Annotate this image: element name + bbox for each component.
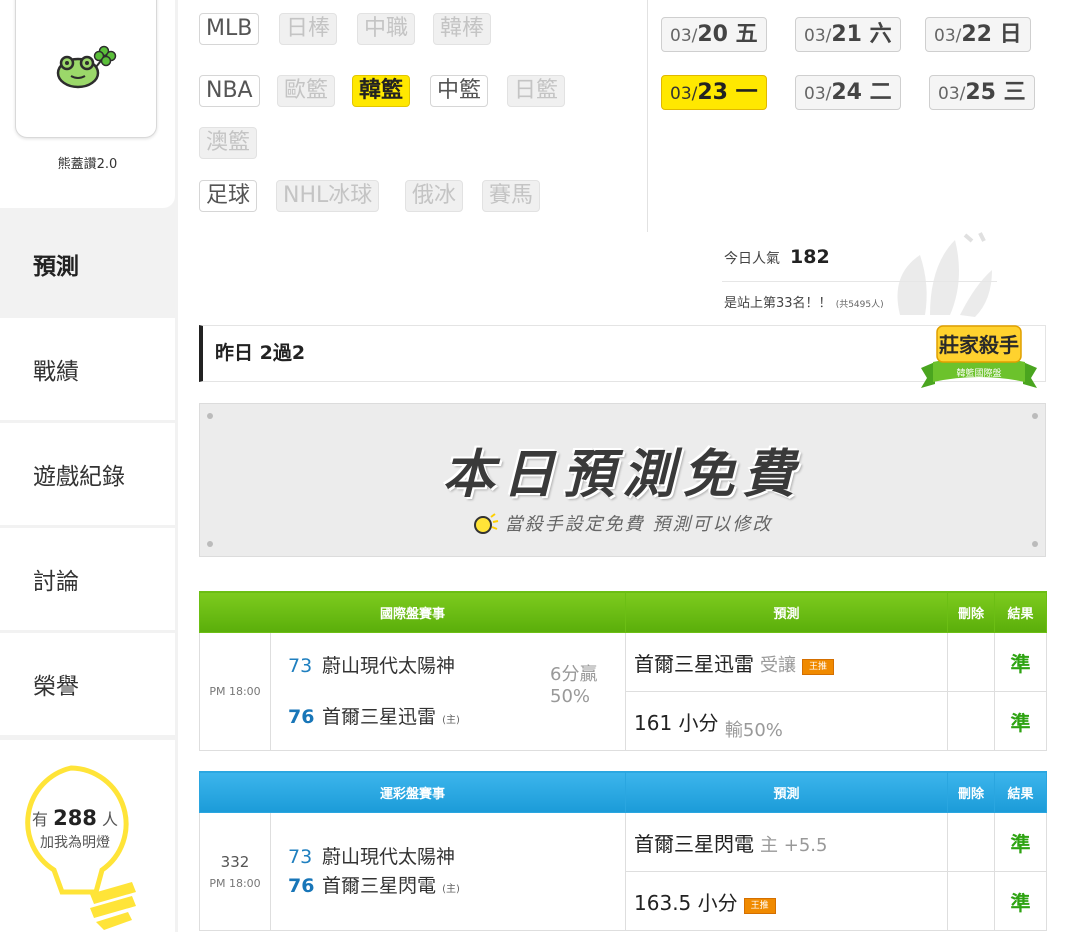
nav-honors[interactable]: 榮譽 xyxy=(0,633,175,735)
tag-nbl: 澳籃 xyxy=(199,127,258,159)
header-prediction: 預測 xyxy=(625,591,949,633)
home-team: 76 首爾三星迅雷 (主) xyxy=(288,705,460,728)
popularity-today: 今日人氣 182 xyxy=(724,246,830,268)
frog-clover-icon xyxy=(56,45,117,89)
result-win: 準 xyxy=(994,812,1048,872)
sidebar: 熊蓋讚2.0 預測 戰績 遊戲紀錄 討論 榮譽 有 288 人 加我為明燈 xyxy=(0,0,178,932)
bookmaker-killer-badge: 莊家殺手 韓籃國際盤 xyxy=(921,325,1037,388)
result-win: 準 xyxy=(994,691,1048,751)
popularity-rank: 是站上第33名！！ (共5495人) xyxy=(724,296,884,311)
tag-cpbl: 中職 xyxy=(357,13,416,45)
divider xyxy=(647,0,648,232)
tag-nba[interactable]: NBA xyxy=(199,75,260,107)
tag-npb: 日棒 xyxy=(279,13,338,45)
nav-game-log[interactable]: 遊戲紀錄 xyxy=(0,423,175,525)
tag-horse-racing: 賽馬 xyxy=(482,180,541,212)
delete-cell[interactable] xyxy=(947,691,996,751)
profile-card: 熊蓋讚2.0 xyxy=(0,0,175,208)
free-prediction-banner: 本日預測免費 當殺手設定免費 預測可以修改 xyxy=(199,403,1046,557)
tag-kbl[interactable]: 韓籃 xyxy=(352,75,411,107)
date-0321[interactable]: 03/21 六 xyxy=(795,17,901,52)
tag-euro-basketball: 歐籃 xyxy=(277,75,336,107)
prediction-spread[interactable]: 首爾三星閃電主 +5.5 xyxy=(625,812,949,872)
delete-cell[interactable] xyxy=(947,632,996,692)
prediction-spread[interactable]: 首爾三星迅雷 受讓 王推 xyxy=(625,632,949,692)
tag-khl: 俄冰 xyxy=(405,180,464,212)
game-time: PM 18:00 xyxy=(199,632,271,751)
rivet xyxy=(1032,541,1038,547)
nav-discussion[interactable]: 討論 xyxy=(0,528,175,630)
header-delete: 刪除 xyxy=(947,771,996,813)
home-team: 76 首爾三星閃電 (主) xyxy=(288,874,460,897)
lottery-games-table: 運彩盤賽事 預測 刪除 結果 332 PM 18:00 73 蔚山現代太陽神 76 首… xyxy=(198,771,1048,931)
profile-name: 熊蓋讚2.0 xyxy=(57,157,118,172)
tag-cba[interactable]: 中籃 xyxy=(430,75,489,107)
game-matchup: 73 蔚山現代太陽神 76 首爾三星迅雷 (主) 6分贏 50% xyxy=(269,632,627,751)
fans-label: 加我為明燈 xyxy=(40,835,110,851)
header-prediction: 預測 xyxy=(625,771,949,813)
nav-record[interactable]: 戰績 xyxy=(0,318,175,420)
date-0322[interactable]: 03/22 日 xyxy=(925,17,1031,52)
badge-title: 莊家殺手 xyxy=(939,333,1019,357)
badge-sub: 韓籃國際盤 xyxy=(956,367,1001,379)
nav-predictions[interactable]: 預測 xyxy=(0,213,178,315)
tag-japan-basketball: 日籃 xyxy=(507,75,566,107)
banner-title: 本日預測免費 xyxy=(442,445,803,505)
tag-kbo: 韓棒 xyxy=(433,13,492,45)
rivet xyxy=(1032,413,1038,419)
intl-games-table: 國際盤賽事 預測 刪除 結果 PM 18:00 73 蔚山現代太陽神 76 首爾三星… xyxy=(198,591,1048,751)
king-pick-badge: 王推 xyxy=(743,897,776,914)
tag-soccer[interactable]: 足球 xyxy=(199,180,258,212)
header-result: 結果 xyxy=(994,591,1048,633)
header-delete: 刪除 xyxy=(947,591,996,633)
wing-decoration-icon xyxy=(897,232,992,317)
prediction-total[interactable]: 161 小分 輸50% xyxy=(625,691,949,751)
header-intl-games: 國際盤賽事 xyxy=(198,591,627,633)
rivet xyxy=(207,541,213,547)
king-pick-badge: 王推 xyxy=(802,658,835,675)
prediction-total[interactable]: 163.5 小分 王推 xyxy=(625,871,949,931)
date-0325[interactable]: 03/25 三 xyxy=(929,75,1035,110)
date-0320[interactable]: 03/20 五 xyxy=(661,17,767,52)
fans-widget[interactable]: 有 288 人 加我為明燈 xyxy=(0,740,175,932)
away-team: 73 蔚山現代太陽神 xyxy=(288,654,456,677)
bulb-small-icon xyxy=(473,513,498,534)
banner-subtitle: 當殺手設定免費 預測可以修改 xyxy=(200,510,1045,536)
tag-nhl: NHL冰球 xyxy=(276,180,380,212)
result-win: 準 xyxy=(994,632,1048,692)
avatar[interactable] xyxy=(15,0,157,138)
header-result: 結果 xyxy=(994,771,1048,813)
fans-count: 有 288 人 xyxy=(31,806,119,830)
game-number-time: 332 PM 18:00 xyxy=(199,812,271,931)
date-0324[interactable]: 03/24 二 xyxy=(795,75,901,110)
delete-cell[interactable] xyxy=(947,812,996,872)
game-matchup: 73 蔚山現代太陽神 76 首爾三星閃電 (主) xyxy=(269,812,627,931)
rivet xyxy=(207,413,213,419)
date-0323[interactable]: 03/23 一 xyxy=(661,75,767,110)
header-lottery-games: 運彩盤賽事 xyxy=(198,771,627,813)
popularity-divider xyxy=(722,281,997,282)
result-win: 準 xyxy=(994,871,1048,931)
away-team: 73 蔚山現代太陽神 xyxy=(288,845,456,868)
tag-mlb[interactable]: MLB xyxy=(199,13,260,45)
handicap-info: 6分贏 50% xyxy=(550,663,598,707)
delete-cell[interactable] xyxy=(947,871,996,931)
